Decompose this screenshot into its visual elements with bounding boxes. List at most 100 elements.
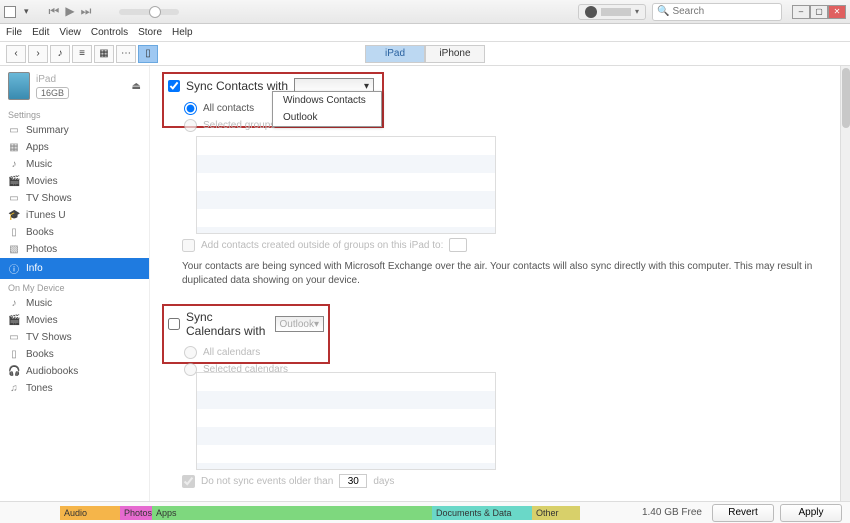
info-icon: ⓘ	[8, 261, 20, 276]
sidebar-device-books[interactable]: ▯ Books	[0, 346, 149, 363]
play-icon[interactable]: ▶	[65, 4, 74, 19]
device-storage-badge: 16GB	[36, 87, 69, 99]
menu-controls[interactable]: Controls	[91, 27, 128, 38]
chevron-down-icon: ▾	[635, 7, 639, 16]
radio-all-contacts-label: All contacts	[203, 103, 254, 114]
books-icon: ▯	[8, 227, 20, 238]
window-titlebar: ▾ ⏮ ▶ ⏭ ▾ 🔍 – ▢ ✕	[0, 0, 850, 24]
content-pane: Sync Contacts with ▾ Windows Contacts Ou…	[150, 66, 850, 506]
list-view-icon[interactable]: ≡	[72, 45, 92, 63]
menu-store[interactable]: Store	[138, 27, 162, 38]
sidebar-item-label: Books	[26, 349, 54, 360]
search-icon: 🔍	[657, 6, 669, 17]
search-field[interactable]: 🔍	[652, 3, 782, 21]
prev-track-icon[interactable]: ⏮	[49, 4, 60, 19]
sync-calendars-dropdown[interactable]: Outlook▾	[275, 316, 325, 332]
dropdown-option-outlook[interactable]: Outlook	[273, 109, 381, 126]
radio-selected-calendars	[184, 363, 197, 376]
music-icon: ♪	[8, 298, 20, 309]
maximize-button[interactable]: ▢	[810, 5, 828, 19]
summary-icon: ▭	[8, 125, 20, 136]
device-tabs: iPad iPhone	[365, 45, 485, 63]
sidebar-item-label: Summary	[26, 125, 69, 136]
tab-ipad[interactable]: iPad	[365, 45, 425, 63]
sync-calendars-section: Sync Calendars with Outlook▾ All calenda…	[166, 304, 834, 492]
menu-bar: File Edit View Controls Store Help	[0, 24, 850, 42]
radio-selected-calendars-label: Selected calendars	[203, 364, 288, 375]
sidebar-item-label: TV Shows	[26, 332, 72, 343]
sync-calendars-checkbox[interactable]	[168, 318, 180, 330]
sync-contacts-checkbox[interactable]	[168, 80, 180, 92]
menu-view[interactable]: View	[59, 27, 81, 38]
sidebar-item-movies[interactable]: 🎬 Movies	[0, 173, 149, 190]
sidebar-item-label: Books	[26, 227, 54, 238]
music-icon: ♪	[8, 159, 20, 170]
movies-icon: 🎬	[8, 176, 20, 187]
sync-calendars-label: Sync Calendars with	[186, 310, 269, 338]
chevron-down-icon[interactable]: ▾	[24, 6, 29, 17]
add-contacts-checkbox	[182, 239, 195, 252]
sidebar-item-label: Movies	[26, 176, 58, 187]
eject-icon[interactable]: ⏏	[132, 81, 141, 92]
sidebar-item-itunesu[interactable]: 🎓iTunes U	[0, 207, 149, 224]
sidebar-device-movies[interactable]: 🎬Movies	[0, 312, 149, 329]
sidebar-item-label: iTunes U	[26, 210, 66, 221]
audiobooks-icon: 🎧	[8, 366, 20, 377]
account-menu[interactable]: ▾	[578, 4, 646, 20]
apps-icon: ▦	[8, 142, 20, 153]
older-events-prefix: Do not sync events older than	[201, 476, 333, 487]
tv-icon: ▭	[8, 332, 20, 343]
volume-knob[interactable]	[149, 6, 161, 18]
chevron-down-icon: ▾	[364, 81, 369, 92]
storage-seg-apps: Apps	[152, 506, 432, 520]
close-button[interactable]: ✕	[828, 5, 846, 19]
music-view-icon[interactable]: ♪	[50, 45, 70, 63]
tv-icon: ▭	[8, 193, 20, 204]
vertical-scrollbar[interactable]	[840, 66, 850, 501]
menu-file[interactable]: File	[6, 27, 22, 38]
grid-view-icon[interactable]: ▦	[94, 45, 114, 63]
dropdown-option-windows-contacts[interactable]: Windows Contacts	[273, 92, 381, 109]
older-events-days-input[interactable]	[339, 474, 367, 488]
nav-back-button[interactable]: ‹	[6, 45, 26, 63]
next-track-icon[interactable]: ⏭	[81, 4, 92, 19]
sidebar-item-apps[interactable]: ▦ Apps	[0, 139, 149, 156]
radio-all-calendars	[184, 346, 197, 359]
apply-button[interactable]: Apply	[780, 504, 842, 522]
tab-iphone[interactable]: iPhone	[425, 45, 485, 63]
calendars-list	[196, 372, 496, 470]
search-input[interactable]	[672, 6, 777, 17]
sidebar-item-label: Info	[26, 263, 43, 274]
sidebar-item-label: TV Shows	[26, 193, 72, 204]
sidebar-device-tvshows[interactable]: ▭ TV Shows	[0, 329, 149, 346]
scrollbar-thumb[interactable]	[842, 68, 850, 128]
sidebar-item-summary[interactable]: ▭ Summary	[0, 122, 149, 139]
menu-edit[interactable]: Edit	[32, 27, 49, 38]
device-view-icon[interactable]: ▯	[138, 45, 158, 63]
user-avatar-icon	[585, 6, 597, 18]
playback-controls: ⏮ ▶ ⏭	[49, 4, 92, 19]
sidebar-device-tones[interactable]: ♫Tones	[0, 380, 149, 397]
sidebar-item-info[interactable]: ⓘ Info	[0, 258, 149, 279]
sidebar-device-music[interactable]: ♪Music	[0, 295, 149, 312]
photos-icon: ▧	[8, 244, 20, 255]
volume-slider[interactable]	[119, 9, 179, 15]
minimize-button[interactable]: –	[792, 5, 810, 19]
menu-help[interactable]: Help	[172, 27, 193, 38]
sidebar-item-label: Apps	[26, 142, 49, 153]
bottom-bar: Audio Photos Apps Documents & Data Other…	[0, 501, 850, 523]
sidebar-item-music[interactable]: ♪Music	[0, 156, 149, 173]
more-icon[interactable]: ⋯	[116, 45, 136, 63]
radio-all-contacts[interactable]	[184, 102, 197, 115]
books-icon: ▯	[8, 349, 20, 360]
chevron-down-icon: ▾	[314, 319, 319, 330]
add-contacts-select	[449, 238, 467, 252]
sidebar-item-photos[interactable]: ▧Photos	[0, 241, 149, 258]
nav-forward-button[interactable]: ›	[28, 45, 48, 63]
sync-contacts-dropdown-menu: Windows Contacts Outlook	[272, 91, 382, 127]
sidebar-device-audiobooks[interactable]: 🎧Audiobooks	[0, 363, 149, 380]
sidebar-item-tvshows[interactable]: ▭ TV Shows	[0, 190, 149, 207]
app-menu-icon[interactable]	[4, 6, 16, 18]
sidebar-item-books[interactable]: ▯ Books	[0, 224, 149, 241]
revert-button[interactable]: Revert	[712, 504, 774, 522]
